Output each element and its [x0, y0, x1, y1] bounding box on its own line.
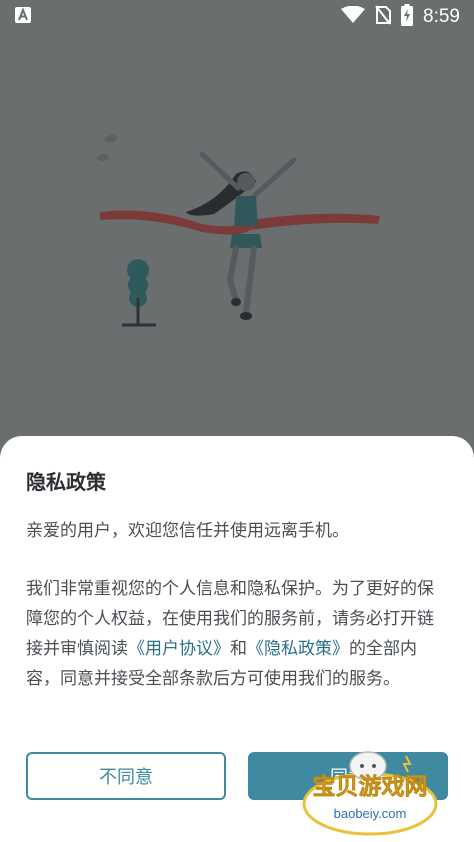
- dialog-buttons: 不同意 同意: [26, 752, 448, 800]
- privacy-policy-dialog: 隐私政策 亲爱的用户，欢迎您信任并使用远离手机。 我们非常重视您的个人信息和隐私…: [0, 436, 474, 842]
- status-bar: 8:59: [0, 0, 474, 34]
- disagree-button[interactable]: 不同意: [26, 752, 226, 800]
- dialog-title: 隐私政策: [26, 470, 106, 494]
- battery-charging-icon: [401, 4, 414, 30]
- policy-paragraph: 我们非常重视您的个人信息和隐私保护。为了更好的保障您的个人权益，在使用我们的服务…: [26, 574, 448, 694]
- welcome-paragraph: 亲爱的用户，欢迎您信任并使用远离手机。: [26, 521, 349, 541]
- agree-button[interactable]: 同意: [248, 752, 448, 800]
- privacy-policy-link[interactable]: 《隐私政策》: [247, 639, 349, 659]
- wifi-icon: [341, 5, 366, 28]
- policy-text-and: 和: [230, 639, 247, 659]
- status-time: 8:59: [423, 6, 460, 27]
- runner-illustration: [96, 134, 380, 327]
- a-notification-icon: [14, 6, 32, 28]
- user-agreement-link[interactable]: 《用户协议》: [128, 639, 230, 659]
- no-sim-icon: [375, 5, 392, 29]
